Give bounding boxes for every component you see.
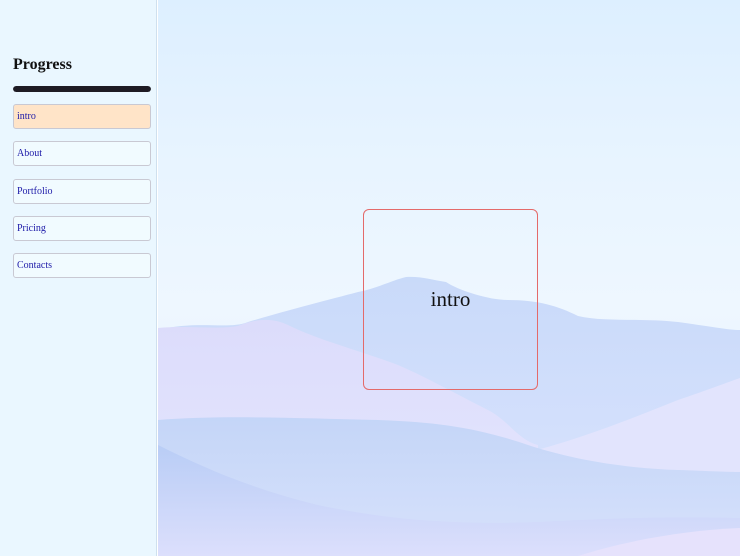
nav-item-intro[interactable]: intro (13, 104, 151, 129)
nav-item-contacts[interactable]: Contacts (13, 253, 151, 279)
nav-item-about[interactable]: About (13, 141, 151, 167)
mountain-background: intro (158, 0, 740, 556)
section-nav: intro About Portfolio Pricing Contacts (13, 104, 151, 290)
nav-item-label: intro (17, 111, 36, 122)
nav-item-label: Pricing (17, 222, 46, 234)
nav-item-label: Contacts (17, 260, 52, 272)
progress-title: Progress (13, 56, 72, 73)
nav-item-pricing[interactable]: Pricing (13, 215, 151, 241)
section-label: intro (430, 287, 471, 311)
progress-bar (13, 86, 151, 92)
sidebar: Progress intro About Portfolio Pricing C… (0, 0, 157, 556)
nav-item-portfolio[interactable]: Portfolio (13, 178, 151, 204)
nav-item-label: About (17, 148, 42, 160)
nav-item-label: Portfolio (17, 185, 53, 197)
section-frame: intro (363, 209, 538, 390)
progress-bar-fill (13, 86, 151, 92)
